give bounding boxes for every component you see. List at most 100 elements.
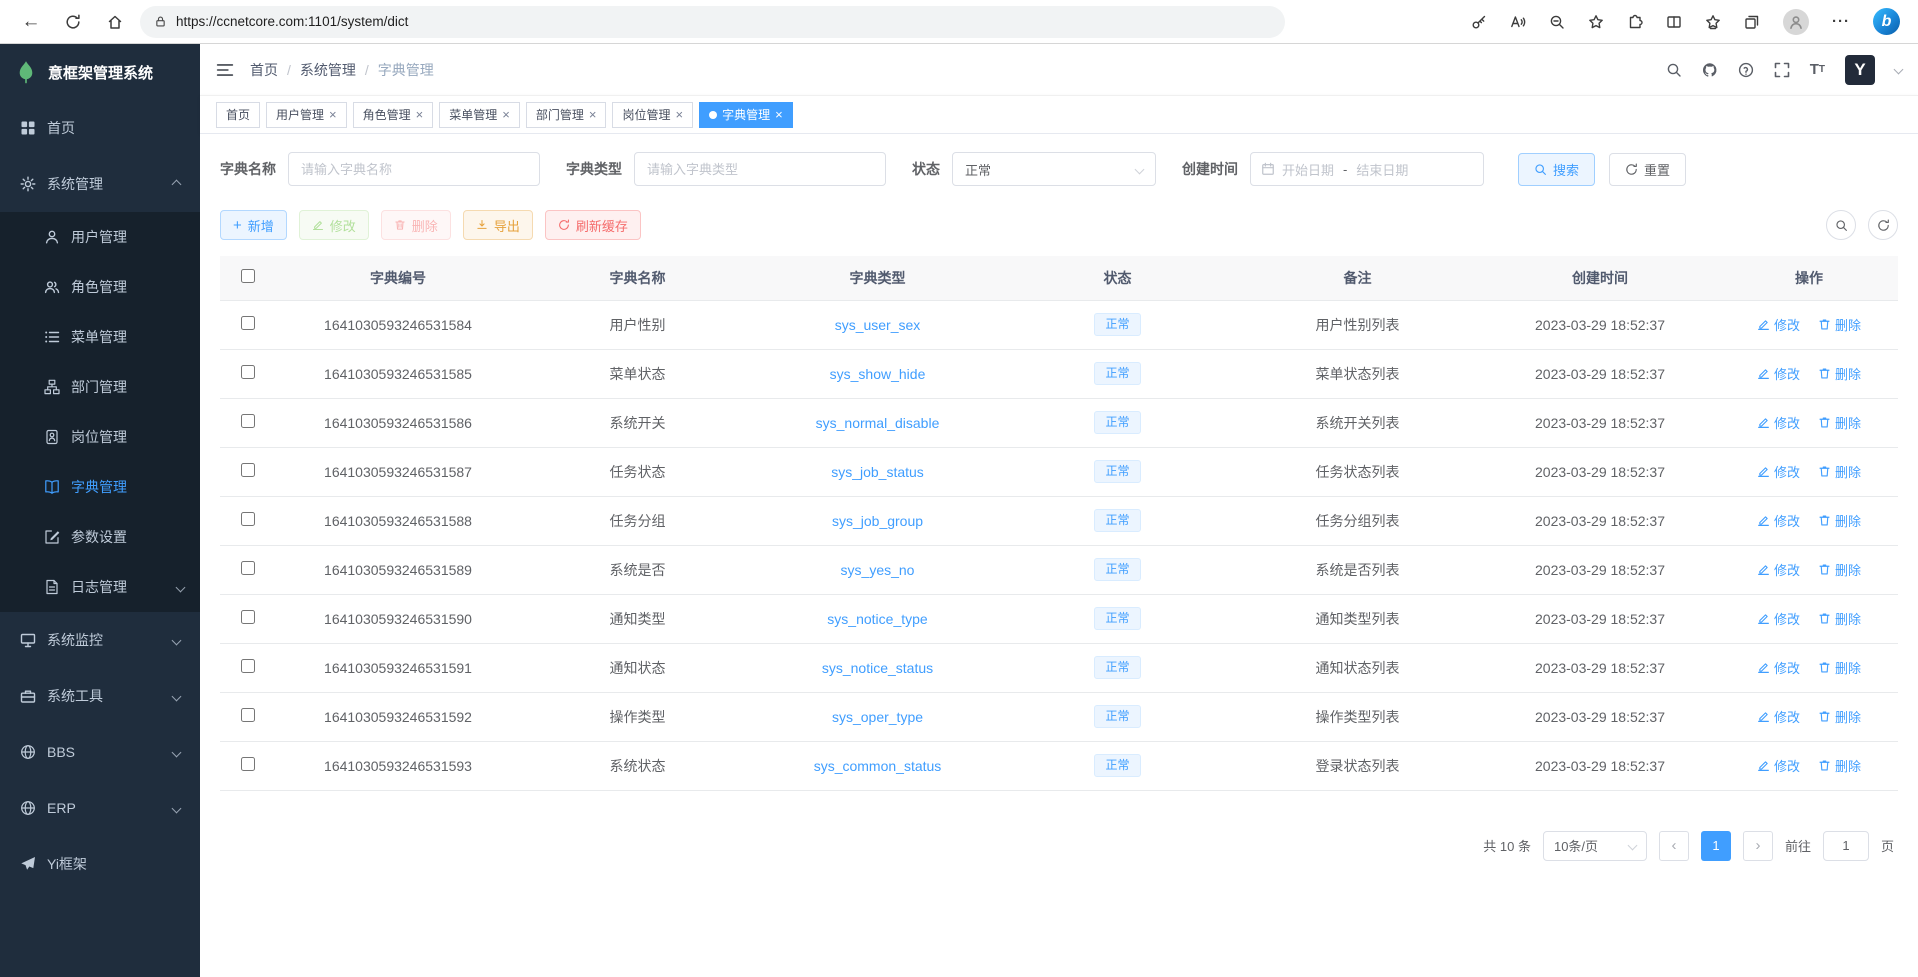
bing-copilot-icon[interactable]: b <box>1873 8 1900 35</box>
prev-page-button[interactable]: ‹ <box>1659 831 1689 861</box>
tag-role-management[interactable]: 角色管理× <box>353 102 434 128</box>
row-edit-action[interactable]: 修改 <box>1757 658 1800 677</box>
row-edit-action[interactable]: 修改 <box>1757 462 1800 481</box>
row-checkbox[interactable] <box>241 561 255 575</box>
close-icon[interactable]: × <box>502 108 510 121</box>
date-range-picker[interactable]: 开始日期 - 结束日期 <box>1250 152 1484 186</box>
row-checkbox[interactable] <box>241 463 255 477</box>
extensions-icon[interactable] <box>1627 14 1643 30</box>
dict-type-link[interactable]: sys_job_group <box>832 513 923 529</box>
row-checkbox[interactable] <box>241 365 255 379</box>
sidebar-item-menu-management[interactable]: 菜单管理 <box>0 312 200 362</box>
breadcrumb-home[interactable]: 首页 <box>250 60 278 80</box>
dict-type-link[interactable]: sys_show_hide <box>830 366 926 382</box>
profile-avatar-icon[interactable] <box>1783 9 1809 35</box>
row-edit-action[interactable]: 修改 <box>1757 756 1800 775</box>
sidebar-item-system-tools[interactable]: 系统工具 <box>0 668 200 724</box>
search-button[interactable]: 搜索 <box>1518 153 1595 186</box>
close-icon[interactable]: × <box>775 108 783 121</box>
refresh-cache-button[interactable]: 刷新缓存 <box>545 210 641 240</box>
dict-type-link[interactable]: sys_job_status <box>831 464 924 480</box>
sidebar-item-parameter-settings[interactable]: 参数设置 <box>0 512 200 562</box>
row-edit-action[interactable]: 修改 <box>1757 560 1800 579</box>
close-icon[interactable]: × <box>675 108 683 121</box>
row-checkbox[interactable] <box>241 757 255 771</box>
row-checkbox[interactable] <box>241 659 255 673</box>
sidebar-item-yi-framework[interactable]: Yi框架 <box>0 836 200 892</box>
current-page-button[interactable]: 1 <box>1701 831 1731 861</box>
dict-type-input[interactable] <box>634 152 886 186</box>
dict-name-input[interactable] <box>288 152 540 186</box>
next-page-button[interactable]: › <box>1743 831 1773 861</box>
home-icon[interactable] <box>98 5 132 39</box>
user-avatar-logo[interactable]: Y <box>1845 55 1875 85</box>
dict-type-link[interactable]: sys_yes_no <box>841 562 915 578</box>
sidebar-item-user-management[interactable]: 用户管理 <box>0 212 200 262</box>
close-icon[interactable]: × <box>329 108 337 121</box>
tag-home[interactable]: 首页 <box>216 102 260 128</box>
row-edit-action[interactable]: 修改 <box>1757 511 1800 530</box>
favorites-bar-icon[interactable] <box>1705 14 1721 30</box>
tag-menu-management[interactable]: 菜单管理× <box>439 102 520 128</box>
sidebar-item-department-management[interactable]: 部门管理 <box>0 362 200 412</box>
goto-page-input[interactable] <box>1823 831 1869 861</box>
dict-type-link[interactable]: sys_user_sex <box>835 317 921 333</box>
app-logo[interactable]: 意框架管理系统 <box>0 44 200 100</box>
refresh-icon[interactable] <box>56 5 90 39</box>
zoom-out-icon[interactable] <box>1549 14 1565 30</box>
sidebar-item-system-management[interactable]: 系统管理 <box>0 156 200 212</box>
row-edit-action[interactable]: 修改 <box>1757 707 1800 726</box>
row-delete-action[interactable]: 删除 <box>1818 511 1861 530</box>
fullscreen-icon[interactable] <box>1774 62 1790 78</box>
reset-button[interactable]: 重置 <box>1609 153 1686 186</box>
tag-dict-management[interactable]: 字典管理× <box>699 102 793 128</box>
row-checkbox[interactable] <box>241 316 255 330</box>
sidebar-item-log-management[interactable]: 日志管理 <box>0 562 200 612</box>
delete-button[interactable]: 删除 <box>381 210 451 240</box>
chevron-down-icon[interactable] <box>1894 65 1904 75</box>
favorites-add-icon[interactable] <box>1588 14 1604 30</box>
dict-type-link[interactable]: sys_normal_disable <box>816 415 940 431</box>
row-checkbox[interactable] <box>241 414 255 428</box>
row-edit-action[interactable]: 修改 <box>1757 364 1800 383</box>
row-checkbox[interactable] <box>241 610 255 624</box>
help-icon[interactable] <box>1738 62 1754 78</box>
row-delete-action[interactable]: 删除 <box>1818 364 1861 383</box>
hamburger-menu-icon[interactable] <box>216 61 234 79</box>
row-checkbox[interactable] <box>241 708 255 722</box>
row-delete-action[interactable]: 删除 <box>1818 413 1861 432</box>
password-key-icon[interactable] <box>1471 14 1487 30</box>
dict-type-link[interactable]: sys_oper_type <box>832 709 923 725</box>
row-checkbox[interactable] <box>241 512 255 526</box>
toggle-search-icon[interactable] <box>1826 210 1856 240</box>
row-edit-action[interactable]: 修改 <box>1757 315 1800 334</box>
more-icon[interactable]: ··· <box>1832 13 1850 30</box>
close-icon[interactable]: × <box>416 108 424 121</box>
address-bar[interactable]: https://ccnetcore.com:1101/system/dict <box>140 6 1285 38</box>
sidebar-item-post-management[interactable]: 岗位管理 <box>0 412 200 462</box>
dict-type-link[interactable]: sys_notice_status <box>822 660 933 676</box>
row-delete-action[interactable]: 删除 <box>1818 609 1861 628</box>
add-button[interactable]: + 新增 <box>220 210 287 240</box>
row-edit-action[interactable]: 修改 <box>1757 609 1800 628</box>
tag-user-management[interactable]: 用户管理× <box>266 102 347 128</box>
tag-department-management[interactable]: 部门管理× <box>526 102 607 128</box>
row-delete-action[interactable]: 删除 <box>1818 707 1861 726</box>
breadcrumb-system-management[interactable]: 系统管理 <box>300 60 356 80</box>
tag-post-management[interactable]: 岗位管理× <box>612 102 693 128</box>
page-size-select[interactable]: 10条/页 <box>1543 831 1647 861</box>
row-delete-action[interactable]: 删除 <box>1818 315 1861 334</box>
sidebar-item-role-management[interactable]: 角色管理 <box>0 262 200 312</box>
back-icon[interactable]: ← <box>14 5 48 39</box>
github-icon[interactable] <box>1702 62 1718 78</box>
select-all-checkbox[interactable] <box>241 269 255 283</box>
dict-type-link[interactable]: sys_notice_type <box>827 611 927 627</box>
row-delete-action[interactable]: 删除 <box>1818 560 1861 579</box>
row-edit-action[interactable]: 修改 <box>1757 413 1800 432</box>
sidebar-item-system-monitor[interactable]: 系统监控 <box>0 612 200 668</box>
sidebar-item-dict-management[interactable]: 字典管理 <box>0 462 200 512</box>
row-delete-action[interactable]: 删除 <box>1818 462 1861 481</box>
row-delete-action[interactable]: 删除 <box>1818 756 1861 775</box>
export-button[interactable]: 导出 <box>463 210 533 240</box>
sidebar-item-erp[interactable]: ERP <box>0 780 200 836</box>
